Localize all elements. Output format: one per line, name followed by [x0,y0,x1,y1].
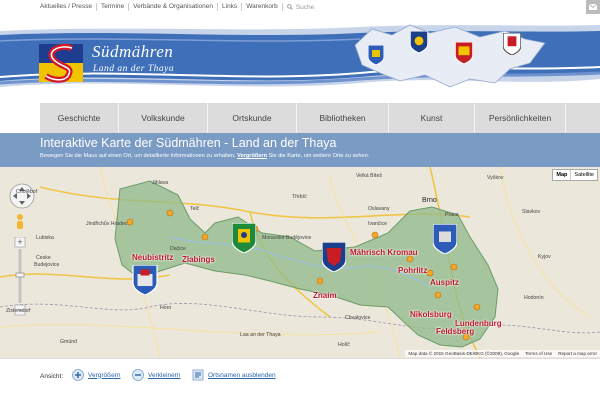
map-region-label[interactable]: Mährisch Kromau [350,248,418,257]
banner-title: Südmähren [92,42,174,61]
search-icon [286,4,293,10]
mail-icon [589,4,597,10]
map-place-label: Kyjov [538,254,551,260]
site-logo [39,44,83,83]
map-pan-control[interactable] [8,182,36,210]
map-place-label: Chvalovice [345,315,371,321]
map-place-label: Oslavany [368,206,390,212]
map-attribution: Map data © 2015 GeoBasis-DE/BKG (©2009),… [405,350,600,357]
nav-link-warenkorb[interactable]: Warenkorb [242,3,283,11]
map-terms-link[interactable]: Terms of Use [525,351,552,356]
page-title: Interaktive Karte der Südmähren - Land a… [40,136,337,150]
map-place-label: Dačice [170,246,186,252]
nav-link-termine[interactable]: Termine [97,3,130,11]
hint-text-before: Bewegen Sie die Maus auf einen Ort, um d… [40,153,236,159]
menu-item-geschichte[interactable]: Geschichte [40,103,119,133]
hide-place-names-button[interactable]: Ortsnamen ausblenden [192,369,276,381]
map-place-label: Telč [190,206,200,212]
map-type-toggle: Map Satellite [552,169,598,181]
zoom-out-button[interactable]: Verkleinern [132,369,181,381]
map-place-label: Třebíč [292,194,307,200]
coat-of-arms-icon [455,42,473,64]
map-place-label: Jindřichův Hradec [86,221,128,227]
menu-item-ortskunde[interactable]: Ortskunde [208,103,297,133]
map-report-link[interactable]: Report a map error [558,351,597,356]
map-place-label: Laa an der Thaya [240,332,281,338]
map-region-label[interactable]: Feldsberg [436,327,474,336]
banner-subtitle: Land an der Thaya [93,64,175,74]
map-region-label[interactable]: Znaim [313,291,337,300]
coat-of-arms-icon [410,31,428,53]
banner-wave-graphic [0,24,600,88]
hide-place-names-label: Ortsnamen ausblenden [208,371,276,379]
map-hint: Bewegen Sie die Maus auf einen Ort, um d… [40,153,369,159]
map-place-label: Chotěboř [16,189,38,195]
map-type-satellite-button[interactable]: Satellite [571,170,597,180]
zoom-out-label: Verkleinern [148,371,181,379]
zoom-in-icon [72,369,84,381]
map-type-map-button[interactable]: Map [553,170,572,180]
top-navigation: Aktuelles / Presse Termine Verbände & Or… [40,3,314,11]
map-place-label: Lubiska [36,235,54,241]
map-place-label: Slavkov [522,209,541,215]
map-place-label: Hodonín [524,295,544,301]
map-region-label[interactable]: Lundenburg [455,319,502,328]
map-place-label: Velká Bíteš [356,173,382,179]
coat-of-arms-icon[interactable] [322,242,346,272]
map-place-label: Budejovice [34,262,60,268]
coat-of-arms-icon[interactable] [232,223,256,253]
coat-of-arms-icon [503,33,521,55]
zoom-in-button[interactable]: Vergrößern [72,369,121,381]
coat-of-arms-icon[interactable] [132,265,158,295]
top-bar: Aktuelles / Presse Termine Verbände & Or… [0,0,600,16]
map-attribution-text: Map data © 2015 GeoBasis-DE/BKG (©2009),… [408,351,520,356]
search-placeholder: Suche [295,3,315,11]
map-place-label: Horn [160,305,172,311]
hint-zoom-link[interactable]: Vergrößern [237,153,267,159]
menu-item-volkskunde[interactable]: Volkskunde [119,103,208,133]
coat-of-arms-icon[interactable] [433,224,457,254]
hint-text-after: Sie die Karte, um weitere Orte zu sehen. [268,153,370,159]
map-zoom-slider[interactable]: + − [14,237,26,317]
main-menu: Geschichte Volkskunde Ortskunde Biblioth… [40,103,600,133]
zoom-out-icon [132,369,144,381]
mail-button[interactable] [586,0,600,14]
menu-item-bibliotheken[interactable]: Bibliotheken [297,103,389,133]
search-field[interactable]: Suche [283,4,314,11]
map-place-label: Holíč [338,342,350,348]
map-place-label: Ceske [36,255,51,261]
street-view-pegman-icon[interactable] [13,213,27,233]
coat-of-arms-icon [368,45,384,65]
menu-item-persoenlichkeiten[interactable]: Persönlichkeiten [475,103,566,133]
header-banner: Südmähren Land an der Thaya [0,17,600,103]
map-place-label: Jihlava [152,180,169,186]
map-place-label: Vyškov [487,175,504,181]
map-place-label: Brno [422,197,437,204]
nav-link-aktuelles[interactable]: Aktuelles / Presse [40,3,98,11]
zoom-in-label: Vergrößern [88,371,121,379]
view-label: Ansicht: [40,373,64,380]
map-place-label: Prace [445,212,459,218]
map-region-label[interactable]: Neubistritz [132,253,173,262]
map-place-label: Ivančice [368,221,388,227]
map-view-controls: Ansicht: Vergrößern Verkleinern Ortsname… [0,358,600,401]
nav-link-links[interactable]: Links [218,3,243,11]
map-place-label: Gmünd [60,339,78,345]
interactive-map[interactable]: + − Map Satellite Chotěboř Jihlava Velká… [0,167,600,358]
text-toggle-icon [192,369,204,381]
svg-text:+: + [17,237,22,247]
map-region-label[interactable]: Nikolsburg [410,310,452,319]
nav-link-verbaende[interactable]: Verbände & Organisationen [129,3,219,11]
map-region-label[interactable]: Pohrlitz [398,266,427,275]
map-place-label: Moravské Budějovice [262,235,312,241]
map-region-label[interactable]: Zlabings [182,255,215,264]
map-region-label[interactable]: Auspitz [430,278,459,287]
map-place-label: Zistersdorf [6,308,31,314]
menu-item-kunst[interactable]: Kunst [389,103,475,133]
